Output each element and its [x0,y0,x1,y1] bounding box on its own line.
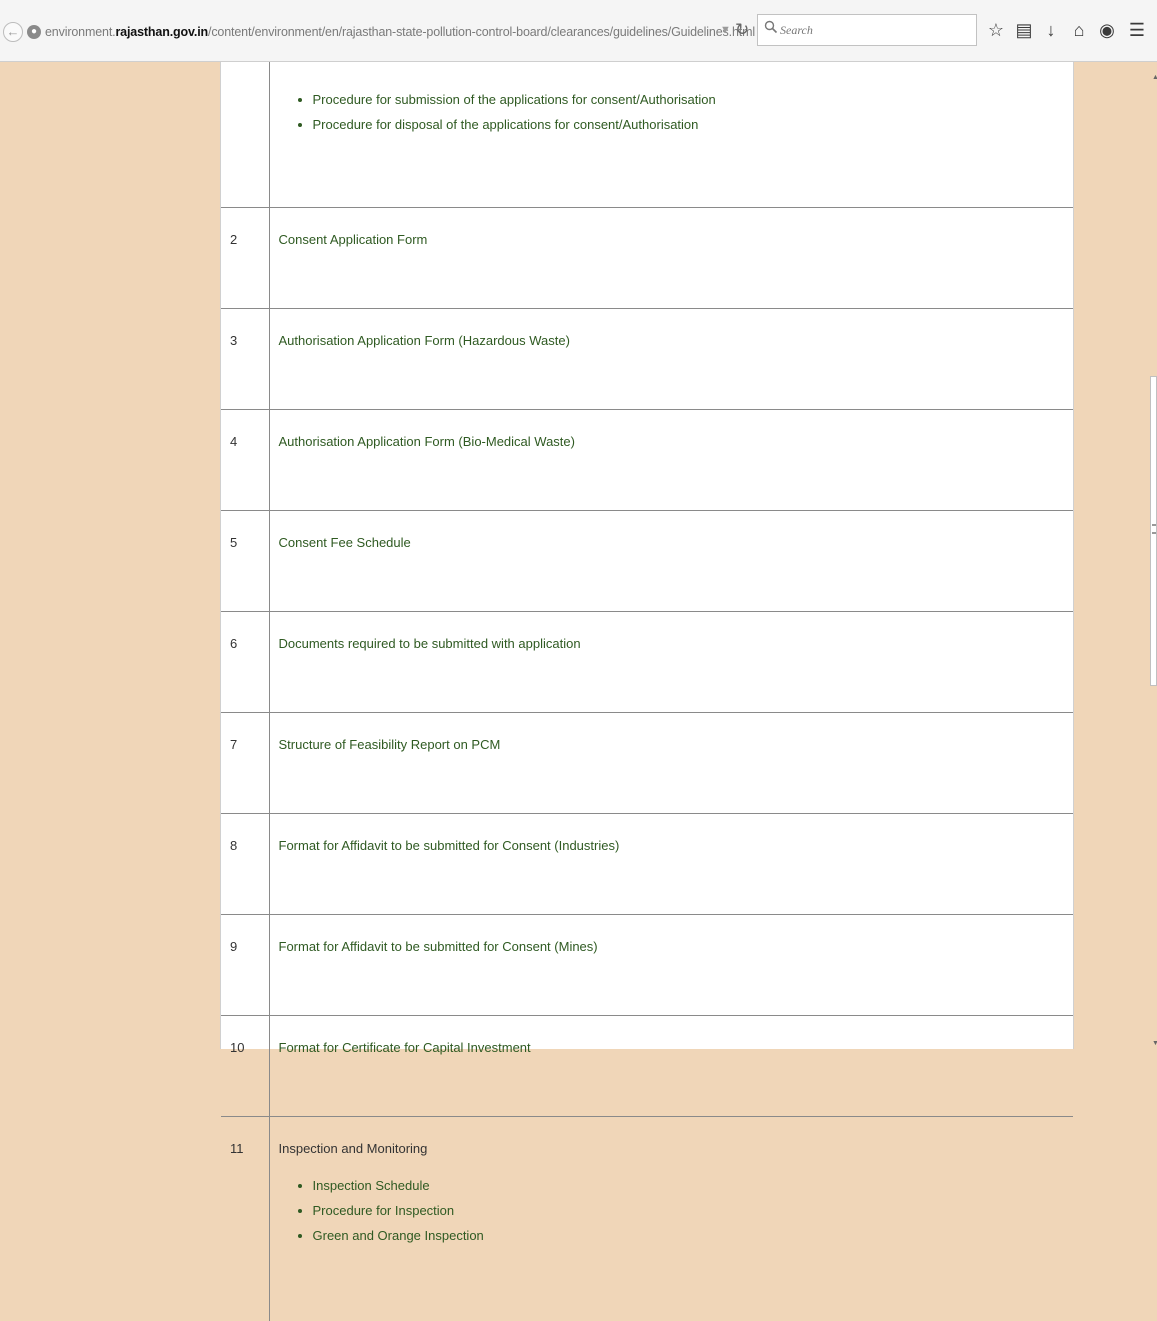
list-item[interactable]: Green and Orange Inspection [313,1228,1074,1243]
table-row: 10 Format for Certificate for Capital In… [221,1016,1073,1117]
row-content: Inspection and Monitoring Inspection Sch… [269,1117,1073,1321]
search-input[interactable] [780,20,970,40]
search-box[interactable] [757,14,977,46]
page-content: Procedure for submission of the applicat… [220,62,1074,1049]
row-number: 11 [221,1117,269,1321]
row-number: 5 [221,511,269,612]
row-number: 6 [221,612,269,713]
bookmark-star-icon[interactable]: ☆ [985,18,1007,42]
scroll-up-arrow-icon[interactable]: ▲ [1152,74,1157,81]
list-item[interactable]: Procedure for Inspection [313,1203,1074,1218]
row-number [221,62,269,208]
table-row: Procedure for submission of the applicat… [221,62,1073,208]
url-path: /content/environment/en/rajasthan-state-… [208,25,755,39]
address-bar[interactable]: environment.rajasthan.gov.in/content/env… [45,22,755,42]
table-row: 8 Format for Affidavit to be submitted f… [221,814,1073,915]
browser-toolbar: ← ● environment.rajasthan.gov.in/content… [0,0,1157,62]
list-item[interactable]: Procedure for disposal of the applicatio… [313,117,1074,132]
list-item[interactable]: Procedure for submission of the applicat… [313,92,1074,107]
table-row: 5 Consent Fee Schedule [221,511,1073,612]
reload-icon[interactable]: ↻ [735,20,749,40]
sub-list: Procedure for submission of the applicat… [279,92,1074,132]
chat-icon[interactable]: ◉ [1096,18,1118,42]
row-title: Inspection and Monitoring [279,1141,1074,1156]
reading-list-icon[interactable]: ▤ [1013,18,1035,42]
row-number: 10 [221,1016,269,1117]
menu-icon[interactable]: ☰ [1126,18,1148,42]
table-row: 2 Consent Application Form [221,208,1073,309]
sub-list: Inspection Schedule Procedure for Inspec… [279,1178,1074,1243]
row-number: 3 [221,309,269,410]
table-row: 4 Authorisation Application Form (Bio-Me… [221,410,1073,511]
row-content: Procedure for submission of the applicat… [269,62,1073,208]
row-number: 2 [221,208,269,309]
url-domain: rajasthan.gov.in [115,25,208,39]
url-prefix: environment. [45,25,115,39]
table-row: 3 Authorisation Application Form (Hazard… [221,309,1073,410]
list-item[interactable]: Inspection Schedule [313,1178,1074,1193]
guidelines-table: Procedure for submission of the applicat… [221,62,1073,1321]
globe-icon: ● [27,25,41,39]
download-icon[interactable]: ↓ [1040,18,1062,42]
scroll-down-arrow-icon[interactable]: ▼ [1152,1040,1157,1047]
row-number: 8 [221,814,269,915]
table-row: 9 Format for Affidavit to be submitted f… [221,915,1073,1016]
row-number: 9 [221,915,269,1016]
table-row: 7 Structure of Feasibility Report on PCM [221,713,1073,814]
scrollbar-grip-icon [1152,524,1156,534]
row-title-link[interactable]: Structure of Feasibility Report on PCM [269,713,1073,814]
home-icon[interactable]: ⌂ [1068,18,1090,42]
row-number: 7 [221,713,269,814]
row-title-link[interactable]: Format for Certificate for Capital Inves… [269,1016,1073,1117]
table-row: 6 Documents required to be submitted wit… [221,612,1073,713]
row-title-link[interactable]: Documents required to be submitted with … [269,612,1073,713]
table-row: 11 Inspection and Monitoring Inspection … [221,1117,1073,1321]
row-title-link[interactable]: Consent Fee Schedule [269,511,1073,612]
row-number: 4 [221,410,269,511]
row-title-link[interactable]: Consent Application Form [269,208,1073,309]
row-title-link[interactable]: Authorisation Application Form (Hazardou… [269,309,1073,410]
row-title-link[interactable]: Authorisation Application Form (Bio-Medi… [269,410,1073,511]
url-dropdown-icon[interactable]: ▼ [720,24,731,36]
search-icon [764,20,778,34]
back-arrow-icon[interactable]: ← [3,22,23,42]
row-title-link[interactable]: Format for Affidavit to be submitted for… [269,915,1073,1016]
row-title-link[interactable]: Format for Affidavit to be submitted for… [269,814,1073,915]
